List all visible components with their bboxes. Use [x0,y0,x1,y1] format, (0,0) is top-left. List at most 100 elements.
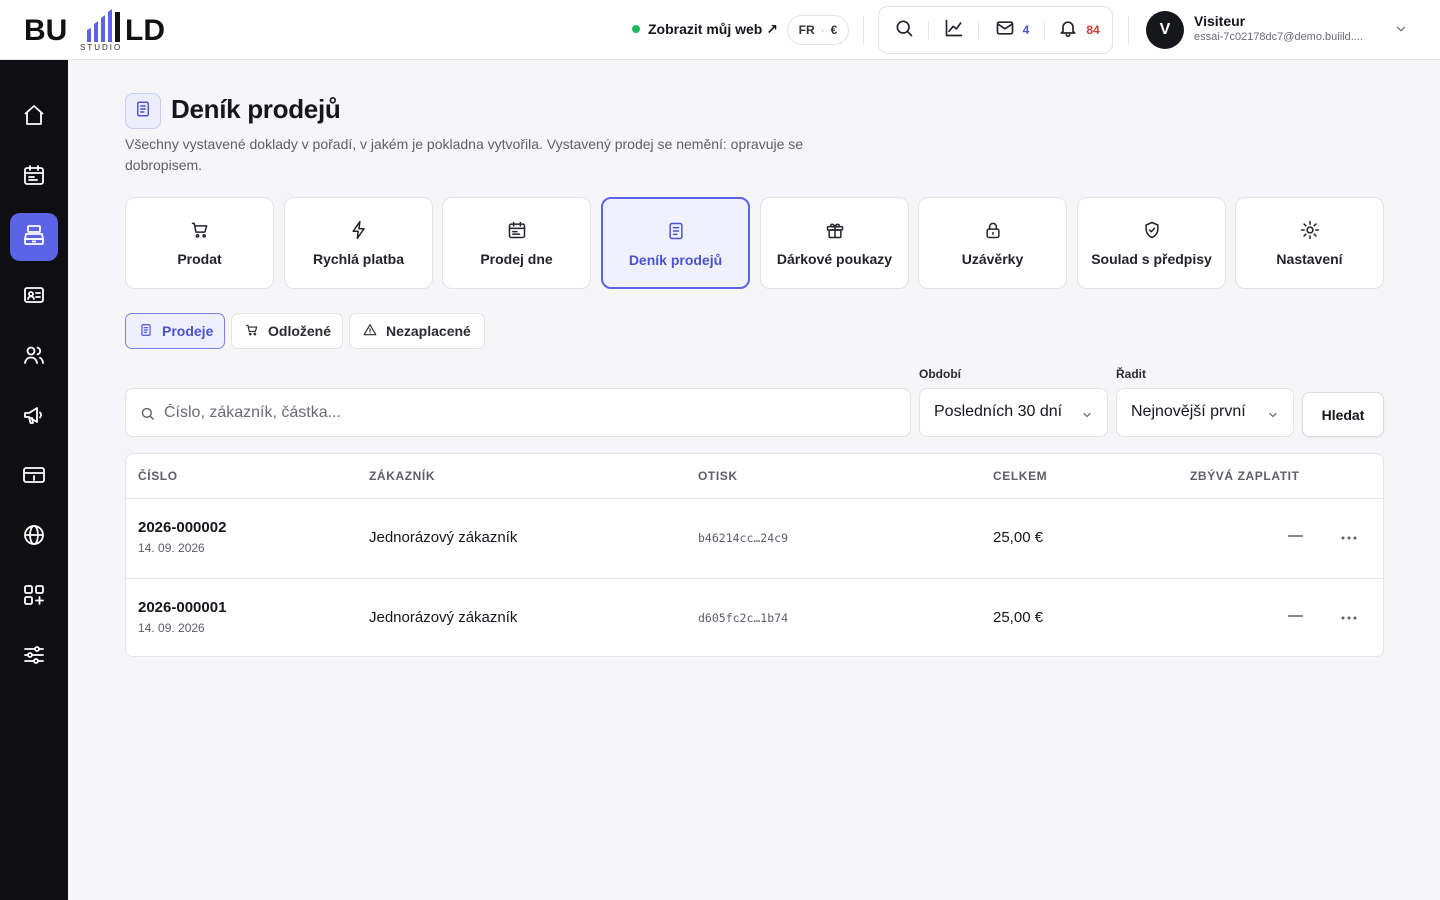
users-icon [22,343,46,372]
column-header-remaining[interactable]: ZBÝVÁ ZAPLATIT [1190,469,1300,483]
sale-customer: Jednorázový zákazník [369,609,518,626]
tile-sales-journal[interactable]: Deník prodejů [601,197,750,289]
tab-label: Odložené [268,323,332,339]
logo-text-right: LD [125,14,165,47]
sort-label: Řadit [1116,367,1146,381]
table-row[interactable]: 2026-000002 14. 09. 2026 Jednorázový zák… [126,499,1383,578]
globe-icon [22,523,46,552]
search-input[interactable] [164,389,894,436]
language-currency-separator: · [820,23,825,37]
language-currency-switch[interactable]: FR · € [787,15,849,45]
gift-icon [825,220,845,245]
user-name: Visiteur [1194,13,1246,29]
sidebar-item-marketing[interactable] [10,393,58,441]
sort-select[interactable]: Nejnovější první [1116,388,1294,437]
warning-icon [363,323,377,340]
receipt-icon [666,221,686,246]
search-icon [894,18,914,43]
user-email: essai-7c02178dc7@demo.buiild.... [1194,31,1363,43]
table-row[interactable]: 2026-000001 14. 09. 2026 Jednorázový zák… [126,578,1383,656]
tile-day-sales[interactable]: Prodej dne [442,197,591,289]
chevron-down-icon [1081,408,1093,426]
messages-count: 4 [1022,23,1030,37]
tile-label: Soulad s předpisy [1091,251,1212,267]
search-button[interactable] [879,7,929,53]
tile-label: Nastavení [1276,251,1343,267]
bell-icon [1058,18,1078,43]
sidebar-item-website[interactable] [10,513,58,561]
sidebar-item-settings[interactable] [10,633,58,681]
sidebar [0,60,68,900]
sort-value: Nejnovější první [1131,403,1246,420]
tile-gift-vouchers[interactable]: Dárkové poukazy [760,197,909,289]
apps-add-icon [22,583,46,612]
table-header: ČÍSLO ZÁKAZNÍK OTISK CELKEM ZBÝVÁ ZAPLAT… [126,454,1383,499]
sidebar-item-calendar[interactable] [10,153,58,201]
sales-table: ČÍSLO ZÁKAZNÍK OTISK CELKEM ZBÝVÁ ZAPLAT… [125,453,1384,657]
megaphone-icon [22,403,46,432]
tile-settings[interactable]: Nastavení [1235,197,1384,289]
module-tiles: Prodat Rychlá platba Prodej dne Deník pr… [125,197,1384,289]
sale-number: 2026-000002 [138,519,227,536]
tab-label: Prodeje [162,323,214,339]
stats-button[interactable] [929,7,979,53]
sidebar-item-payments[interactable] [10,453,58,501]
sliders-icon [22,643,46,672]
tile-quick-payment[interactable]: Rychlá platba [284,197,433,289]
tab-unpaid[interactable]: Nezaplacené [349,313,485,349]
sale-number: 2026-000001 [138,599,227,616]
currency-symbol: € [830,23,838,37]
logo-bars [87,9,120,42]
more-actions-button[interactable] [1336,525,1362,549]
user-menu[interactable]: V Visiteur essai-7c02178dc7@demo.buiild.… [1146,10,1416,50]
sidebar-item-users[interactable] [10,333,58,381]
top-bar: BU LD STUDIO Zobrazit můj web ↗ FR · € 4… [0,0,1440,60]
period-value: Posledních 30 dní [934,403,1063,420]
tile-closures[interactable]: Uzávěrky [918,197,1067,289]
sale-total: 25,00 € [993,529,1044,546]
sidebar-item-home[interactable] [10,93,58,141]
page-icon [125,93,161,129]
header-divider [1128,16,1129,44]
tile-compliance[interactable]: Soulad s předpisy [1077,197,1226,289]
online-status-dot [632,25,640,33]
tile-label: Rychlá platba [312,251,405,267]
contact-card-icon [22,283,46,312]
page-title: Deník prodejů [171,94,341,124]
receipt-icon [139,323,153,340]
more-actions-button[interactable] [1336,605,1362,629]
chevron-down-icon [1394,22,1408,41]
view-my-site-link[interactable]: Zobrazit můj web ↗ [632,18,778,40]
tab-sales[interactable]: Prodeje [125,313,225,349]
period-select[interactable]: Posledních 30 dní [919,388,1108,437]
sidebar-item-cash-register[interactable] [10,213,58,261]
header-divider [863,16,864,44]
period-label: Období [919,367,961,381]
sidebar-item-contacts[interactable] [10,273,58,321]
column-header-number[interactable]: ČÍSLO [138,469,178,483]
column-header-customer[interactable]: ZÁKAZNÍK [369,469,435,483]
messages-button[interactable]: 4 [979,7,1045,53]
notifications-button[interactable]: 84 [1045,7,1113,53]
column-header-fingerprint[interactable]: OTISK [698,469,738,483]
tab-label: Nezaplacené [386,323,471,339]
avatar: V [1146,11,1184,49]
tile-sell[interactable]: Prodat [125,197,274,289]
calendar-icon [507,220,527,245]
logo-text-left: BU [24,14,67,47]
page-description: Všechny vystavené doklady v pořadí, v ja… [125,136,804,173]
logo-sub: STUDIO [80,43,122,52]
sidebar-item-apps[interactable] [10,573,58,621]
header-tools: 4 84 [878,6,1113,54]
search-button[interactable]: Hledat [1302,392,1384,437]
shield-check-icon [1142,220,1162,245]
bolt-icon [349,220,369,245]
tile-label: Deník prodejů [628,252,723,268]
build-studio-logo[interactable]: BU LD STUDIO [24,8,184,54]
calendar-icon [22,163,46,192]
view-my-site-label: Zobrazit můj web ↗ [648,20,778,37]
cash-register-icon [22,223,46,252]
tab-parked[interactable]: Odložené [231,313,343,349]
more-horizontal-icon [1340,608,1358,626]
column-header-total[interactable]: CELKEM [993,469,1047,483]
